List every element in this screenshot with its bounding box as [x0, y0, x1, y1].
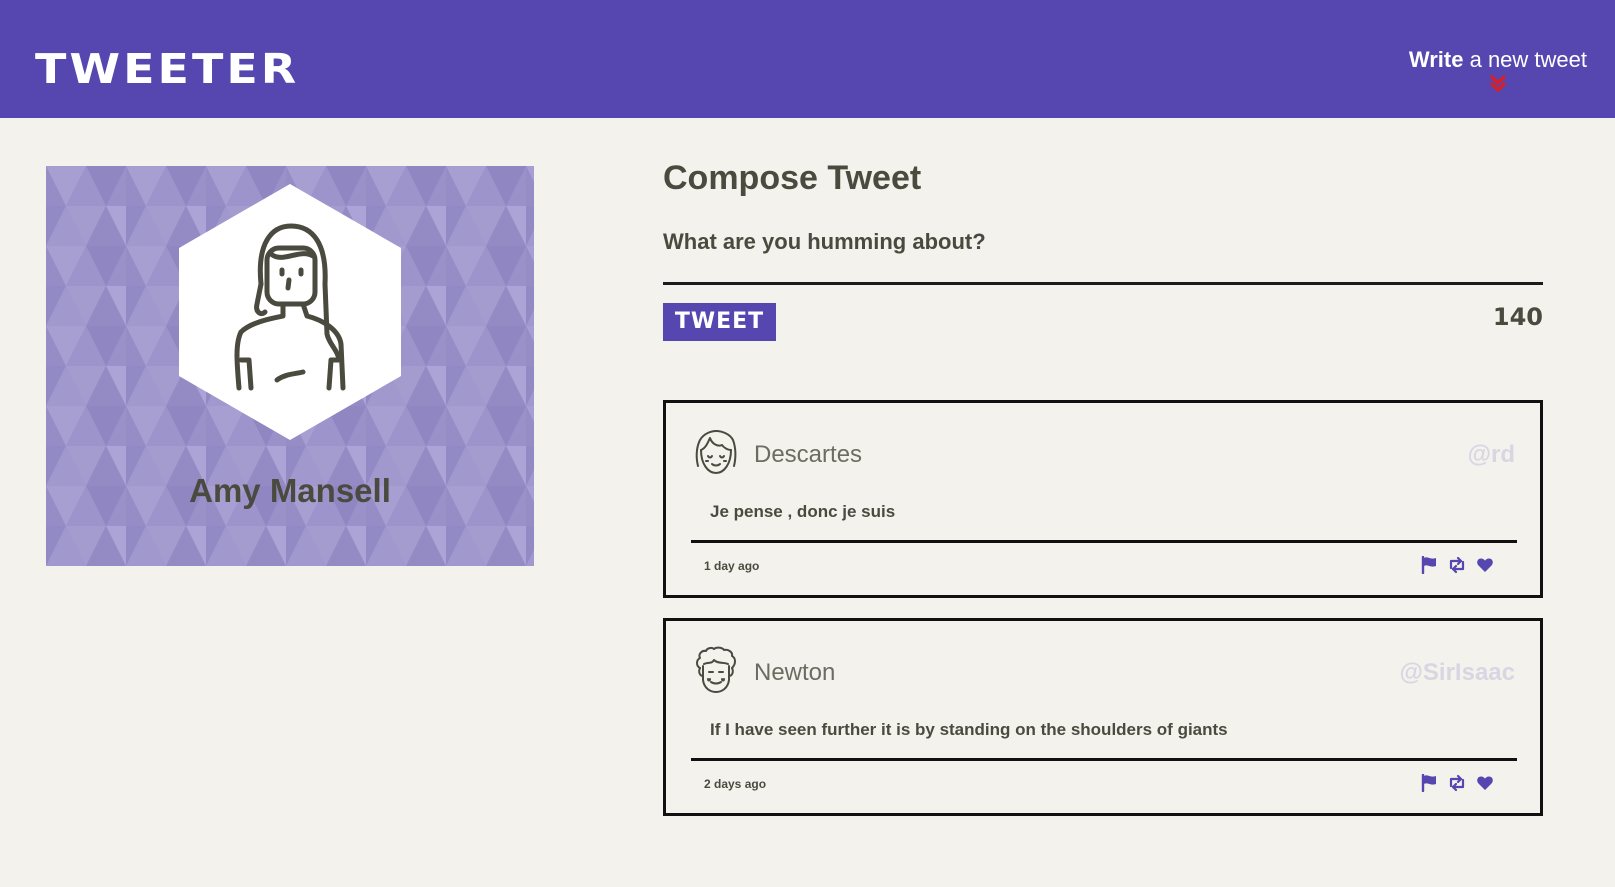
flag-icon[interactable] [1420, 556, 1438, 574]
tweet-author-name: Newton [754, 659, 836, 686]
tweet-list: Descartes @rd Je pense , donc je suis 1 … [663, 400, 1543, 836]
heart-icon[interactable] [1476, 556, 1494, 574]
write-rest-label: a new tweet [1463, 47, 1587, 72]
woman-avatar-icon [179, 184, 401, 440]
write-bold-label: Write [1408, 47, 1464, 72]
compose-title: Compose Tweet [663, 159, 922, 197]
tweet-actions [1420, 556, 1494, 574]
tweet-submit-button[interactable]: TWEET [663, 302, 776, 341]
tweet-card: Descartes @rd Je pense , donc je suis 1 … [663, 400, 1543, 598]
write-new-tweet-toggle[interactable]: Write a new tweet [1408, 47, 1587, 94]
retweet-icon[interactable] [1448, 774, 1466, 792]
tweet-timestamp: 1 day ago [704, 559, 760, 573]
tweet-text-input[interactable] [663, 222, 1543, 285]
double-chevron-down-icon [1490, 75, 1506, 92]
curly-hair-face-avatar-icon [696, 646, 736, 693]
brand-logo[interactable]: TWEETER [35, 48, 299, 89]
profile-name: Amy Mansell [189, 472, 391, 509]
tweet-content: If I have seen further it is by standing… [710, 720, 1228, 739]
compose-actions: TWEET 140 [663, 301, 1543, 361]
flag-icon[interactable] [1420, 774, 1438, 792]
tweet-timestamp: 2 days ago [704, 777, 767, 791]
write-new-tweet-label: Write a new tweet [1408, 47, 1587, 72]
girl-face-avatar-icon [695, 430, 737, 474]
tweet-content: Je pense , donc je suis [710, 502, 896, 521]
tweet-card: Newton @SirIsaac If I have seen further … [663, 618, 1543, 816]
tweet-divider [691, 540, 1517, 543]
top-nav: TWEETER Write a new tweet [0, 0, 1615, 118]
tweet-actions [1420, 774, 1494, 792]
tweet-author-handle[interactable]: @SirIsaac [1400, 659, 1515, 687]
tweet-author-handle[interactable]: @rd [1468, 441, 1515, 469]
tweet-author-name: Descartes [754, 441, 863, 468]
compose-tweet-section: Compose Tweet TWEET 140 [663, 158, 1543, 361]
retweet-icon[interactable] [1448, 556, 1466, 574]
character-counter: 140 [1492, 302, 1543, 331]
heart-icon[interactable] [1476, 774, 1494, 792]
profile-card: Amy Mansell [46, 166, 534, 566]
tweet-divider [691, 758, 1517, 761]
